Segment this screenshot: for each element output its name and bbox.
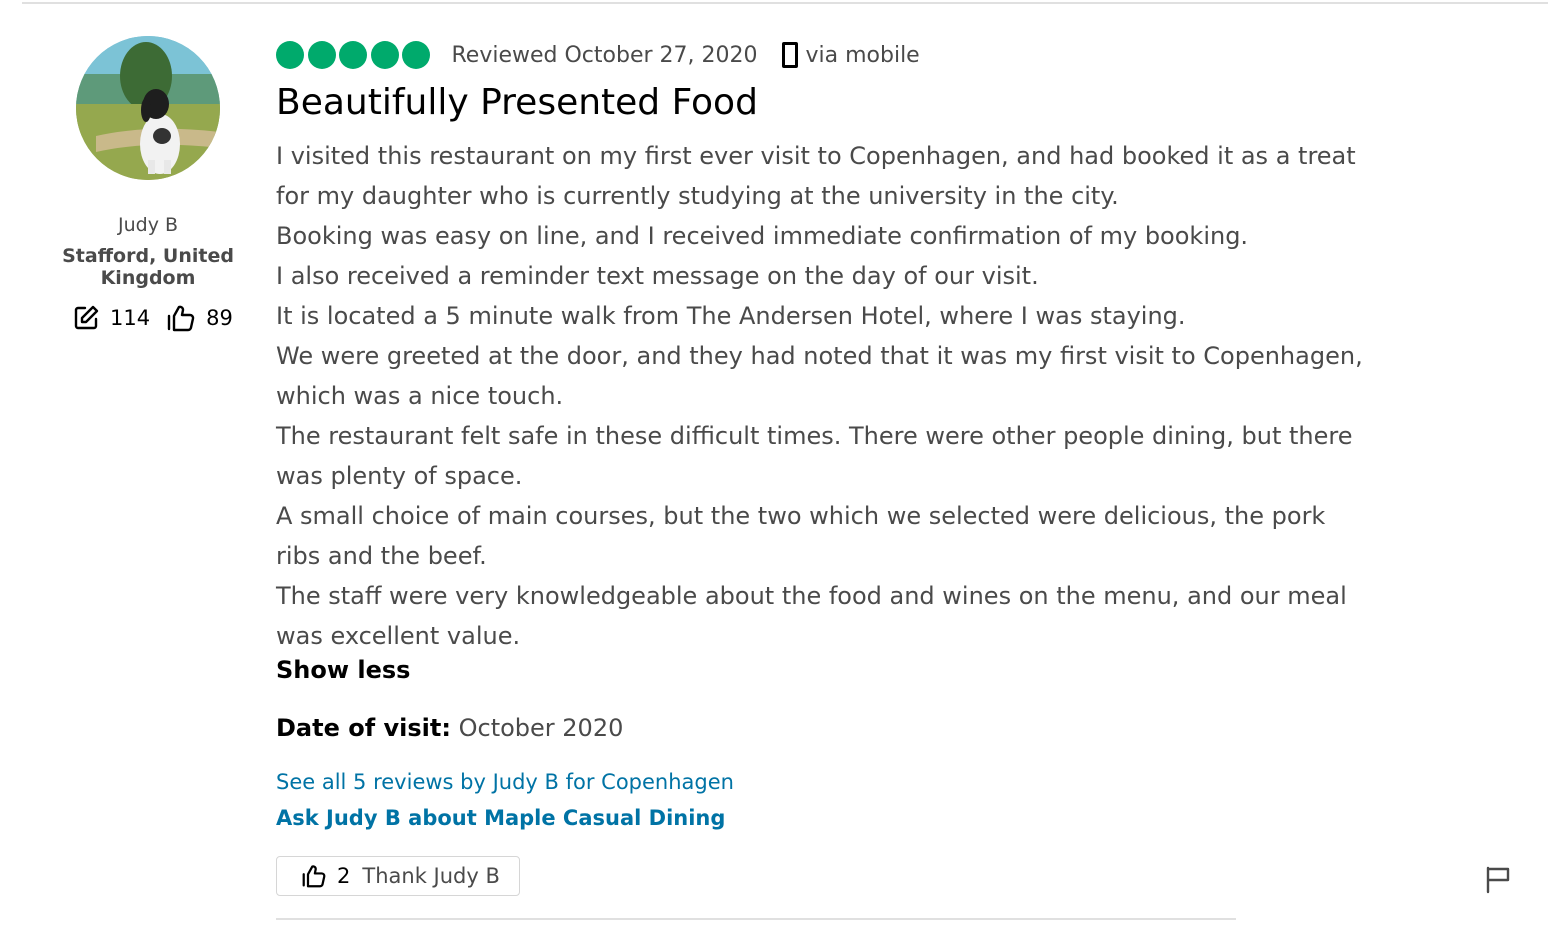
thank-count: 2 bbox=[337, 864, 351, 888]
review-line: It is located a 5 minute walk from The A… bbox=[276, 302, 1186, 330]
rating-bubble-icon bbox=[339, 41, 367, 69]
contributions-stat: 114 bbox=[72, 304, 150, 332]
rating-bubble-icon bbox=[276, 41, 304, 69]
review-line: A small choice of main courses, but the … bbox=[276, 502, 1326, 530]
rating-bubbles bbox=[276, 41, 434, 69]
thank-reviewer-button[interactable]: 2 Thank Judy B bbox=[276, 856, 520, 896]
reviewer-avatar[interactable] bbox=[76, 36, 220, 180]
rating-bubble-icon bbox=[402, 41, 430, 69]
dog-photo-avatar-icon bbox=[76, 36, 220, 180]
reviewer-location: Stafford, United Kingdom bbox=[62, 245, 234, 289]
edit-pencil-icon bbox=[74, 305, 99, 330]
rating-bubble-icon bbox=[370, 41, 399, 69]
review-line: which was a nice touch. bbox=[276, 382, 564, 410]
ask-reviewer-link[interactable]: Ask Judy B about Maple Casual Dining bbox=[276, 806, 725, 830]
review-line: was excellent value. bbox=[276, 622, 521, 650]
review-line: ribs and the beef. bbox=[276, 542, 487, 570]
rating-row: Reviewed October 27, 2020 via mobile bbox=[276, 38, 920, 72]
via-mobile-label: via mobile bbox=[805, 42, 920, 68]
contributions-count: 114 bbox=[110, 306, 151, 330]
review-line: The restaurant felt safe in these diffic… bbox=[276, 422, 1353, 450]
thumbs-up-icon bbox=[167, 305, 195, 332]
review-line: The staff were very knowledgeable about … bbox=[276, 582, 1347, 610]
via-mobile: via mobile bbox=[781, 42, 920, 68]
review-body: I visited this restaurant on my first ev… bbox=[276, 136, 1416, 656]
reviewer-stats: 114 89 bbox=[72, 304, 233, 332]
review-line: for my daughter who is currently studyin… bbox=[276, 182, 1119, 210]
review-line: I visited this restaurant on my first ev… bbox=[276, 142, 1356, 170]
report-flag-icon[interactable] bbox=[1484, 864, 1512, 894]
top-divider bbox=[22, 2, 1548, 4]
mobile-phone-icon bbox=[781, 42, 798, 68]
thank-label: Thank Judy B bbox=[362, 864, 500, 888]
review-line: was plenty of space. bbox=[276, 462, 523, 490]
review-line: Booking was easy on line, and I received… bbox=[276, 222, 1249, 250]
show-less-button[interactable]: Show less bbox=[276, 656, 410, 684]
date-of-visit-label: Date of visit: bbox=[276, 714, 451, 742]
rating-bubble-icon bbox=[307, 41, 336, 69]
date-of-visit: Date of visit: October 2020 bbox=[276, 714, 623, 742]
helpful-votes-stat: 89 bbox=[166, 304, 233, 332]
bottom-divider bbox=[276, 918, 1236, 920]
date-of-visit-value: October 2020 bbox=[458, 714, 624, 742]
see-all-reviews-link[interactable]: See all 5 reviews by Judy B for Copenhag… bbox=[276, 770, 734, 794]
review-date: Reviewed October 27, 2020 bbox=[451, 42, 758, 68]
review-line: I also received a reminder text message … bbox=[276, 262, 1039, 290]
helpful-votes-count: 89 bbox=[206, 306, 233, 330]
review-line: We were greeted at the door, and they ha… bbox=[276, 342, 1363, 370]
thumbs-up-icon bbox=[302, 865, 326, 888]
reviewer-name[interactable]: Judy B bbox=[0, 214, 296, 236]
review-title[interactable]: Beautifully Presented Food bbox=[276, 82, 758, 123]
